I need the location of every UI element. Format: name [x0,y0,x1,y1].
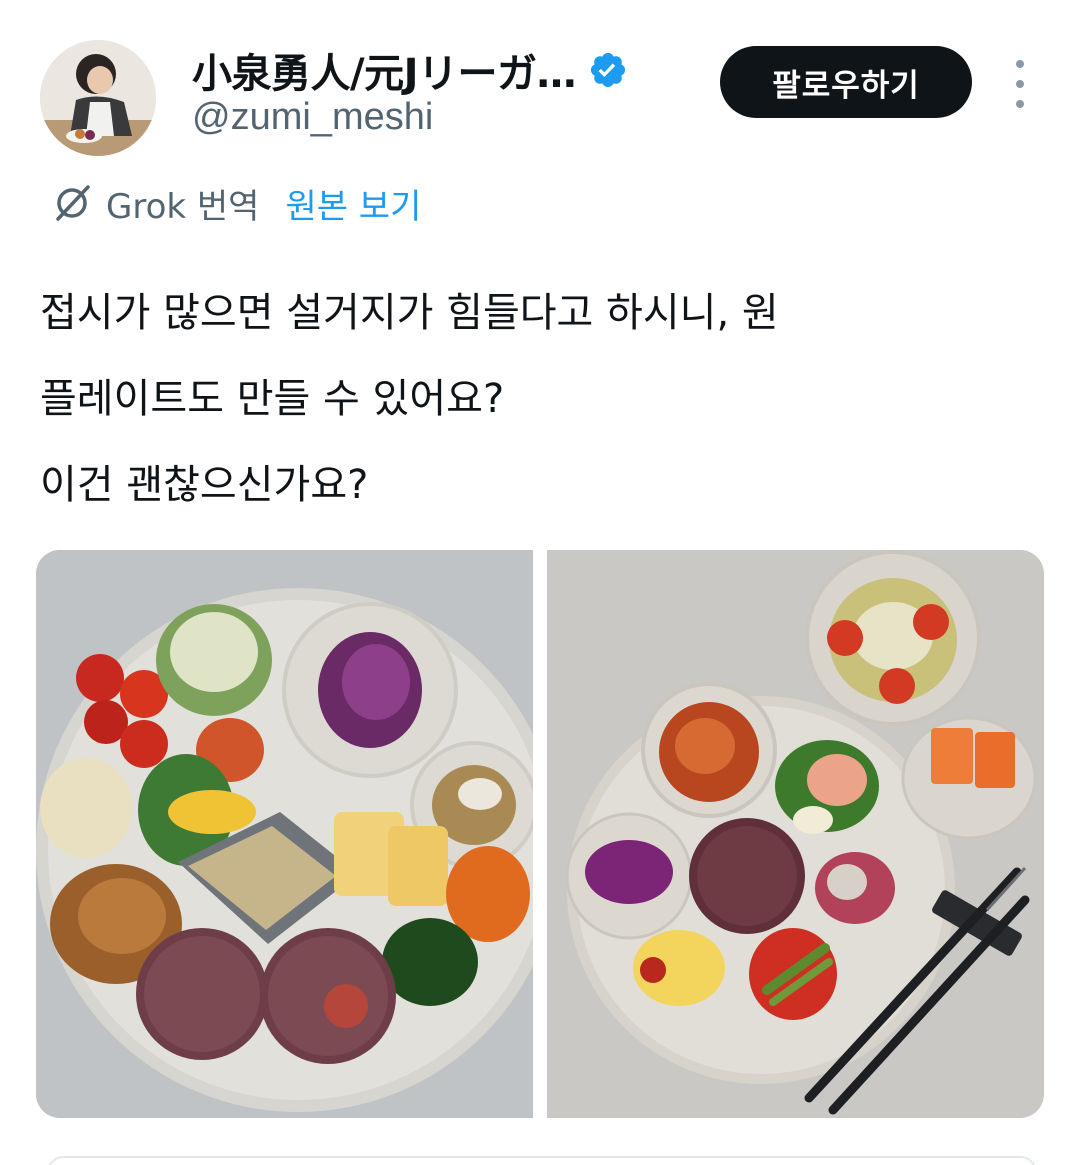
tweet-text: 접시가 많으면 설거지가 힘들다고 하시니, 원 플레이트도 만들 수 있어요?… [40,270,1040,528]
tweet-text-line: 접시가 많으면 설거지가 힘들다고 하시니, 원 [40,290,779,336]
follow-button[interactable]: 팔로우하기 [720,46,972,118]
author-name[interactable]: 小泉勇人/元Jリーガ… [192,41,577,99]
quoted-card [48,1156,1036,1165]
tweet-media [36,550,1044,1118]
author-handle[interactable]: @zumi_meshi [192,96,433,139]
media-photo-2[interactable] [547,550,1044,1118]
media-photo-1[interactable] [36,550,533,1118]
tweet-text-line: 플레이트도 만들 수 있어요? [40,376,505,422]
translation-row: Grok 번역 원본 보기 [50,178,421,228]
tweet-text-line: 이건 괜찮으신가요? [40,462,369,508]
avatar-image [40,40,156,156]
avatar[interactable] [40,40,156,156]
translation-label: Grok 번역 [106,186,260,227]
verified-badge-icon [590,52,626,88]
more-dot [1016,100,1024,108]
meal-plate-photo-1 [36,550,533,1118]
more-options-icon[interactable] [1004,60,1036,108]
grok-icon [56,185,90,221]
more-dot [1016,80,1024,88]
author-name-row[interactable]: 小泉勇人/元Jリーガ… [192,40,628,100]
show-original-link[interactable]: 원본 보기 [285,179,421,228]
meal-plate-photo-2 [547,550,1044,1118]
more-dot [1016,60,1024,68]
